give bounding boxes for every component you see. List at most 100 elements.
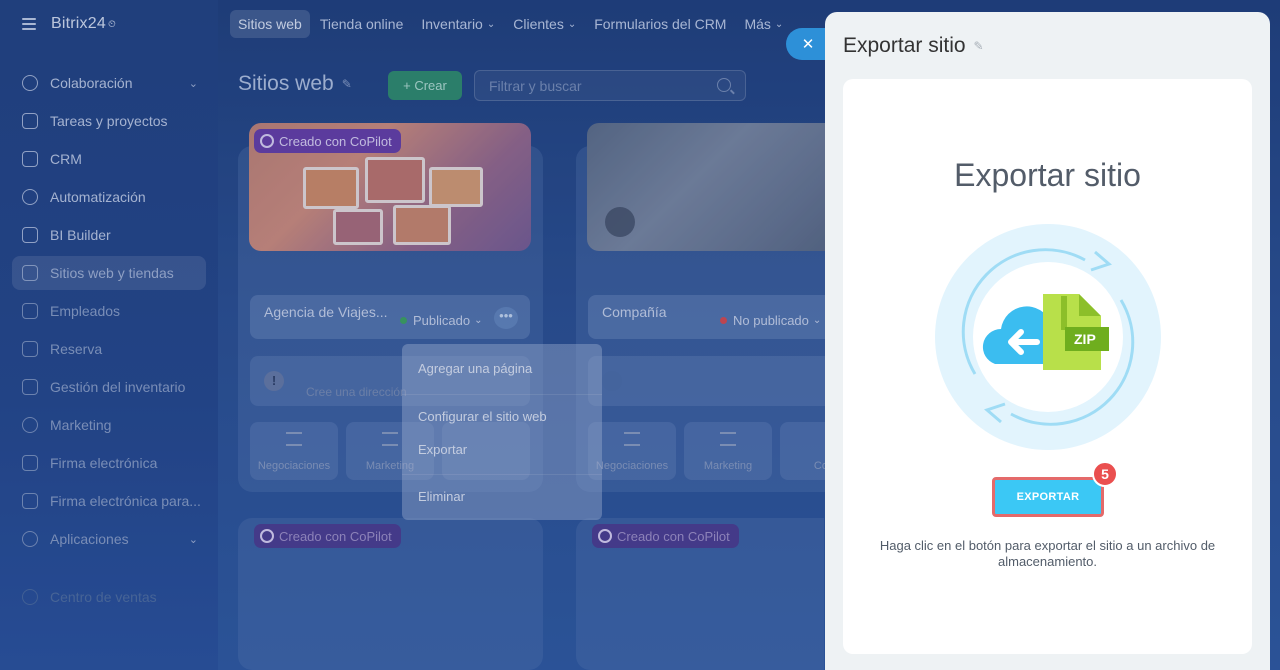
copilot-badge-label: Creado con CoPilot — [279, 133, 392, 149]
sidebar-item-label: Automatización — [50, 189, 146, 205]
star-icon — [720, 432, 736, 446]
export-button[interactable]: EXPORTAR — [992, 477, 1104, 517]
menu-item-configurar[interactable]: Configurar el sitio web — [418, 409, 547, 424]
sidebar-item-label: Tareas y proyectos — [50, 113, 168, 129]
tab-inventario[interactable]: Inventario ⌄ — [413, 10, 503, 38]
pen-icon — [22, 455, 38, 471]
page-title-text: Sitios web — [238, 72, 334, 95]
copilot-logo-icon — [260, 134, 274, 148]
tab-clientes[interactable]: Clientes ⌄ — [505, 10, 584, 38]
close-icon: ✕ — [801, 36, 815, 53]
tab-label: Inventario — [421, 16, 483, 32]
menu-item-eliminar[interactable]: Eliminar — [418, 489, 465, 504]
panel-title: Exportar sitio ✎ — [843, 34, 984, 58]
checkbox-icon — [22, 113, 38, 129]
panel-title-text: Exportar sitio — [843, 34, 966, 57]
chevron-down-icon: ⌄ — [486, 18, 496, 30]
chevron-down-icon: ⌄ — [474, 315, 483, 326]
bar-chart-icon — [22, 227, 38, 243]
tile-marketing[interactable]: Marketing — [684, 422, 772, 480]
sidebar-item-aplicaciones[interactable]: Aplicaciones ⌄ — [12, 522, 206, 556]
sidebar-item-tareas[interactable]: Tareas y proyectos — [12, 104, 206, 138]
copilot-badge: Creado con CoPilot — [254, 129, 401, 153]
sidebar-item-automatizacion[interactable]: Automatización — [12, 180, 206, 214]
hidden-eye-icon[interactable] — [605, 207, 635, 237]
brand-logo[interactable]: Bitrix24 — [51, 15, 106, 33]
sidebar-item-firma-para[interactable]: Firma electrónica para... — [12, 484, 206, 518]
brand: Bitrix24 ⏲ — [22, 13, 116, 35]
filter-icon — [286, 432, 302, 446]
site-card-bottom-2[interactable]: Creado con CoPilot — [576, 518, 824, 670]
sidebar-item-inventario[interactable]: Gestión del inventario — [12, 370, 206, 404]
sidebar-item-label: Reserva — [50, 341, 103, 357]
tab-mas[interactable]: Más ⌄ — [736, 10, 791, 38]
site-context-menu: Agregar una página Configurar el sitio w… — [402, 344, 602, 520]
site-name[interactable]: Compañía — [602, 304, 667, 320]
chevron-down-icon: ⌄ — [188, 77, 198, 90]
zip-file-icon — [1043, 294, 1109, 370]
menu-divider — [402, 394, 602, 395]
sidebar-item-label: Aplicaciones — [50, 531, 129, 547]
menu-divider — [402, 474, 602, 475]
create-button[interactable]: + Crear — [388, 71, 462, 100]
copilot-badge: Creado con CoPilot — [592, 524, 739, 548]
sidebar-item-bi-builder[interactable]: BI Builder — [12, 218, 206, 252]
sidebar-item-empleados[interactable]: Empleados — [12, 294, 206, 328]
sidebar-item-colaboracion[interactable]: Colaboración ⌄ — [12, 66, 206, 100]
site-name[interactable]: Agencia de Viajes... — [264, 304, 388, 320]
pin-icon[interactable]: ✎ — [342, 77, 352, 91]
more-icon[interactable]: ••• — [494, 307, 518, 329]
site-card-bottom-1[interactable]: Creado con CoPilot — [238, 518, 543, 670]
calendar-icon — [22, 341, 38, 357]
status-dropdown[interactable]: Publicado ⌄ — [400, 313, 483, 328]
photo-thumbnail — [393, 205, 451, 245]
chevron-down-icon: ⌄ — [188, 533, 198, 546]
sidebar-item-centro-ventas[interactable]: Centro de ventas — [12, 580, 206, 614]
tab-tienda-online[interactable]: Tienda online — [312, 10, 412, 38]
status-dot — [720, 317, 727, 324]
menu-item-agregar-pagina[interactable]: Agregar una página — [418, 361, 532, 376]
document-sign-icon — [22, 493, 38, 509]
sidebar-nav: Colaboración ⌄ Tareas y proyectos CRM Au… — [12, 66, 206, 618]
star-icon — [382, 432, 398, 446]
target-icon — [22, 417, 38, 433]
tab-label: Más — [744, 16, 771, 32]
photo-thumbnail — [303, 167, 359, 209]
search-input[interactable]: Filtrar y buscar — [474, 70, 746, 101]
tile-negociaciones[interactable]: Negociaciones — [250, 422, 338, 480]
zip-label: ZIP — [1074, 331, 1096, 347]
sidebar-item-sitios-web[interactable]: Sitios web y tiendas — [12, 256, 206, 290]
filter-icon — [22, 151, 38, 167]
copilot-badge-label: Creado con CoPilot — [279, 528, 392, 544]
search-placeholder: Filtrar y buscar — [489, 77, 582, 94]
link-icon — [602, 371, 622, 391]
search-icon[interactable] — [717, 78, 731, 92]
site-name-bar: Agencia de Viajes... Publicado ⌄ ••• — [250, 295, 530, 339]
export-illustration: ZIP — [935, 224, 1161, 450]
step-number-badge: 5 — [1092, 461, 1118, 487]
menu-item-exportar[interactable]: Exportar — [418, 442, 467, 457]
left-sidebar: Bitrix24 ⏲ Colaboración ⌄ Tareas y proye… — [0, 0, 218, 670]
filter-icon — [624, 432, 640, 446]
chat-icon — [22, 75, 38, 91]
tab-sitios-web[interactable]: Sitios web — [230, 10, 310, 38]
copilot-badge-label: Creado con CoPilot — [617, 528, 730, 544]
status-label: Publicado — [413, 313, 471, 328]
clock-icon: ⏲ — [107, 18, 116, 30]
sidebar-item-crm[interactable]: CRM — [12, 142, 206, 176]
sidebar-item-label: Centro de ventas — [50, 589, 157, 605]
sidebar-item-label: Firma electrónica para... — [50, 493, 201, 509]
pin-icon[interactable]: ✎ — [974, 39, 984, 53]
page-title: Sitios web ✎ — [238, 72, 352, 96]
top-nav: Sitios web Tienda online Inventario ⌄ Cli… — [230, 9, 793, 39]
tab-formularios[interactable]: Formularios del CRM — [586, 10, 734, 38]
sidebar-item-reserva[interactable]: Reserva — [12, 332, 206, 366]
id-card-icon — [22, 303, 38, 319]
sidebar-item-marketing[interactable]: Marketing — [12, 408, 206, 442]
sidebar-item-label: CRM — [50, 151, 82, 167]
sidebar-item-label: Firma electrónica — [50, 455, 158, 471]
menu-icon[interactable] — [22, 18, 36, 30]
status-dropdown[interactable]: No publicado ⌄ — [720, 313, 821, 328]
close-panel-button[interactable]: ✕ — [786, 28, 826, 60]
sidebar-item-firma[interactable]: Firma electrónica — [12, 446, 206, 480]
